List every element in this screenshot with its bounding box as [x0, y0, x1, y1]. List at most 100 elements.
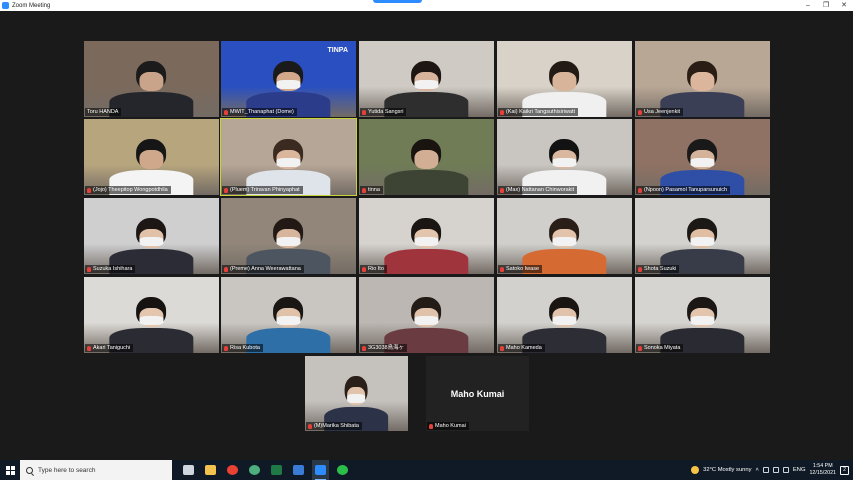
- notification-center-icon[interactable]: 2: [840, 465, 849, 475]
- muted-mic-icon: [638, 187, 642, 193]
- participant-video: [109, 60, 194, 117]
- chevron-up-icon[interactable]: ˄: [756, 467, 759, 473]
- participant-tile[interactable]: Sonoka Miyata: [635, 277, 770, 353]
- participant-tile[interactable]: (M)Marika Shibata: [305, 356, 408, 431]
- participant-tile[interactable]: Akari Taniguchi: [84, 277, 219, 353]
- edge-icon: [249, 465, 260, 475]
- maximize-icon[interactable]: ❐: [817, 0, 835, 11]
- weather-text[interactable]: 32°C Mostly sunny: [703, 467, 751, 473]
- participant-name-label: 3G3038鳥海ヶ: [360, 344, 408, 352]
- muted-mic-icon: [224, 187, 228, 193]
- network-icon[interactable]: [762, 467, 769, 473]
- search-icon: [26, 466, 33, 474]
- participant-tile[interactable]: Risa Kubota: [221, 277, 356, 353]
- muted-mic-icon: [638, 266, 642, 272]
- participant-tile[interactable]: Suzuka Ishihara: [84, 198, 219, 274]
- participant-tile[interactable]: Maho Kameda: [497, 277, 632, 353]
- zoom-app-icon: [2, 2, 9, 9]
- participant-tile[interactable]: (Jojo) Theepitop Wongpotdhila: [84, 119, 219, 195]
- participant-name-label: Satoko Iwase: [498, 265, 543, 273]
- photos-taskbar-button[interactable]: [290, 460, 307, 480]
- muted-mic-icon: [224, 109, 228, 115]
- participant-tile[interactable]: (Preme) Anna Weerawattana: [221, 198, 356, 274]
- participant-tile[interactable]: 3G3038鳥海ヶ: [359, 277, 494, 353]
- excel-icon: [271, 465, 282, 475]
- participant-tile[interactable]: Rio Ito: [359, 198, 494, 274]
- face-mask: [414, 236, 439, 246]
- participant-tile[interactable]: TINPA MWIT_Thanaphat (Dome): [221, 41, 356, 117]
- participant-name: (Max) Nattanan Chinworakit: [506, 187, 575, 193]
- participant-name: (Pluem) Triravan Phinyaphat: [230, 187, 300, 193]
- participant-tile[interactable]: (Max) Nattanan Chinworakit: [497, 119, 632, 195]
- close-icon[interactable]: ✕: [835, 0, 853, 11]
- participant-tile[interactable]: Yutida Sangsri: [359, 41, 494, 117]
- participant-name: Satoko Iwase: [506, 266, 540, 272]
- participant-name-label: MWIT_Thanaphat (Dome): [222, 108, 297, 116]
- edge-taskbar-button[interactable]: [246, 460, 263, 480]
- participant-face: [552, 72, 577, 92]
- participant-video: [384, 217, 469, 274]
- chrome-taskbar-button[interactable]: [224, 460, 241, 480]
- muted-mic-icon: [362, 266, 366, 272]
- title-bar: Zoom Meeting – ❐ ✕: [0, 0, 853, 11]
- file-explorer-icon: [205, 465, 216, 475]
- mic-tray-icon[interactable]: [772, 467, 779, 473]
- meeting-controls-tab[interactable]: [373, 0, 422, 3]
- face-mask: [276, 157, 301, 167]
- participant-name: tinna: [368, 187, 380, 193]
- chrome-icon: [227, 465, 238, 475]
- task-view-taskbar-button[interactable]: [180, 460, 197, 480]
- participant-tile[interactable]: Toru HANDA: [84, 41, 219, 117]
- participant-name: (Preme) Anna Weerawattana: [230, 266, 301, 272]
- face-mask: [414, 79, 439, 89]
- participant-name: (Npoon) Pasamol Tanuparsunuich: [644, 187, 728, 193]
- zoom-taskbar-button[interactable]: [312, 460, 329, 480]
- participant-tile[interactable]: (Pluem) Triravan Phinyaphat: [220, 118, 357, 196]
- file-explorer-taskbar-button[interactable]: [202, 460, 219, 480]
- face-mask: [552, 315, 577, 325]
- minimize-icon[interactable]: –: [799, 0, 817, 11]
- language-indicator[interactable]: ENG: [793, 467, 806, 473]
- participant-body: [109, 92, 194, 117]
- participant-name: Suzuka Ishihara: [93, 266, 133, 272]
- participant-name-label: Akari Taniguchi: [85, 344, 134, 352]
- start-button[interactable]: [0, 460, 20, 480]
- participant-face: [690, 72, 715, 92]
- participant-name-label: (M)Marika Shibata: [306, 422, 362, 430]
- muted-mic-icon: [87, 266, 91, 272]
- participant-name: Akari Taniguchi: [93, 345, 131, 351]
- participant-name: Maho Kumai: [435, 423, 466, 429]
- participant-tile[interactable]: Shota Suzuki: [635, 198, 770, 274]
- participant-tile[interactable]: (Kai) Kaikri Tangsuthisiriwatt: [497, 41, 632, 117]
- clock-time: 1:54 PM: [812, 463, 833, 469]
- participant-face: [414, 150, 439, 170]
- muted-mic-icon: [638, 345, 642, 351]
- excel-taskbar-button[interactable]: [268, 460, 285, 480]
- participant-tile[interactable]: Satoko Iwase: [497, 198, 632, 274]
- taskbar-search-box[interactable]: Type here to search: [20, 460, 172, 480]
- line-taskbar-button[interactable]: [334, 460, 351, 480]
- participant-tile[interactable]: (Npoon) Pasamol Tanuparsunuich: [635, 119, 770, 195]
- zoom-icon: [315, 465, 326, 475]
- participant-tile[interactable]: tinna: [359, 119, 494, 195]
- face-mask: [139, 236, 164, 246]
- participant-tile[interactable]: Maho Kumai Maho Kumai: [426, 356, 529, 431]
- org-logo: TINPA: [327, 47, 348, 54]
- task-view-icon: [183, 465, 194, 475]
- participant-name: Toru HANDA: [87, 109, 119, 115]
- face-mask: [414, 315, 439, 325]
- face-mask: [552, 157, 577, 167]
- participant-name-label: Toru HANDA: [85, 108, 122, 116]
- pinned-apps: [180, 460, 351, 480]
- participant-name-label: Sonoka Miyata: [636, 344, 684, 352]
- participant-body: [384, 170, 469, 195]
- window-title: Zoom Meeting: [12, 2, 51, 9]
- volume-icon[interactable]: [782, 467, 789, 473]
- weather-icon[interactable]: [691, 466, 700, 474]
- participant-display-name: Maho Kumai: [450, 388, 505, 399]
- participant-name: MWIT_Thanaphat (Dome): [230, 109, 294, 115]
- muted-mic-icon: [362, 345, 366, 351]
- video-gallery: Toru HANDA TINPA MWIT_Thanaphat (Dome) Yuti…: [0, 11, 853, 460]
- participant-tile[interactable]: Usa Jeenjenkit: [635, 41, 770, 117]
- clock[interactable]: 1:54 PM 12/15/2021: [809, 463, 836, 477]
